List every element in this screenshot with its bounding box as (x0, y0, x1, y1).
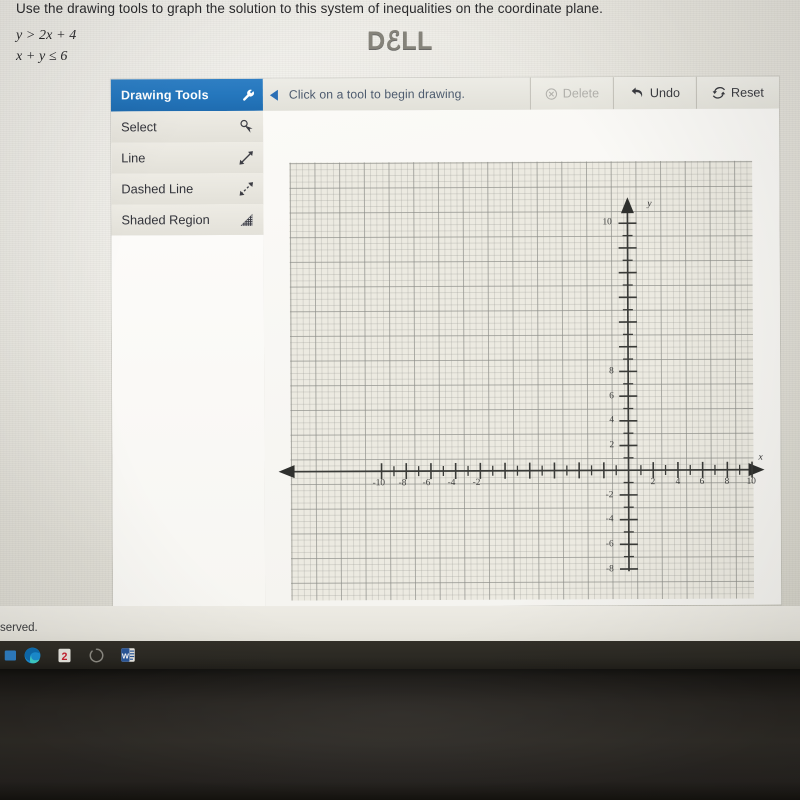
tool-label-line: Line (121, 150, 146, 166)
tool-shaded-region[interactable]: Shaded Region (111, 203, 264, 237)
double-arrow-line-icon (229, 148, 263, 166)
y-tick-label--4: -4 (605, 514, 614, 525)
hatched-triangle-icon (229, 210, 263, 228)
cursor-select-icon (229, 118, 263, 135)
svg-text:W: W (122, 651, 130, 660)
x-tick-label-6: 6 (699, 476, 705, 487)
acrobat-icon[interactable]: 2 (48, 641, 80, 669)
palette-header: Drawing Tools (110, 78, 263, 112)
palette-title: Drawing Tools (120, 88, 209, 103)
tool-dashed-line[interactable]: Dashed Line (111, 172, 264, 206)
laptop-bezel (0, 669, 800, 800)
bezel-sheen (0, 669, 800, 800)
refresh-icon (712, 86, 726, 99)
grid-lines (289, 160, 755, 601)
loading-spinner-icon (80, 641, 112, 669)
tool-label-select: Select (121, 119, 157, 135)
circle-x-icon (545, 87, 557, 100)
reset-label: Reset (730, 85, 764, 100)
dashed-double-arrow-icon (229, 179, 263, 197)
x-tick-label--8: -8 (398, 478, 407, 489)
undo-label: Undo (649, 85, 680, 101)
graphing-application: Drawing Tools Select Line Dashed Line Sh… (110, 76, 782, 608)
left-triangle-icon[interactable] (263, 79, 285, 111)
tool-line[interactable]: Line (111, 141, 264, 175)
coordinate-plane-canvas[interactable]: y x -10 -8 -6 -4 -2 2 4 6 8 10 2 4 6 8 1… (262, 108, 782, 607)
y-tick-label-8: 8 (609, 366, 614, 377)
y-tick-label-4: 4 (609, 415, 615, 426)
windows-taskbar: 2 W (0, 641, 800, 669)
copyright-text: served. (0, 622, 38, 634)
x-tick-label--4: -4 (447, 477, 456, 488)
status-message: Click on a tool to begin drawing. (288, 86, 466, 102)
undo-arrow-icon (631, 87, 643, 98)
wrench-icon[interactable] (233, 87, 263, 102)
x-tick-label--10: -10 (372, 478, 386, 489)
y-tick-label--2: -2 (605, 490, 614, 501)
reset-button[interactable]: Reset (695, 76, 779, 109)
delete-button[interactable]: Delete (529, 77, 613, 110)
x-tick-label--6: -6 (422, 478, 431, 489)
dell-logo: DℰLL (367, 27, 433, 55)
x-axis-name: x (758, 452, 763, 463)
drawing-toolbar: Click on a tool to begin drawing. Delete… (262, 76, 779, 112)
y-axis-name: y (647, 199, 652, 210)
question-prompt: Use the drawing tools to graph the solut… (16, 1, 603, 16)
x-tick-label-10: 10 (746, 476, 756, 487)
x-tick-label-4: 4 (675, 476, 681, 487)
x-tick-label--2: -2 (472, 477, 481, 488)
tool-label-dashed-line: Dashed Line (121, 181, 194, 197)
drawing-tools-palette: Drawing Tools Select Line Dashed Line Sh… (110, 78, 267, 608)
y-tick-label-10: 10 (602, 217, 612, 228)
y-tick-label-6: 6 (609, 391, 614, 402)
edge-browser-icon[interactable] (16, 641, 48, 669)
word-icon[interactable]: W (112, 641, 144, 669)
y-tick-label--8: -8 (605, 564, 614, 575)
tool-label-shaded-region: Shaded Region (121, 212, 210, 228)
pinned-app-icon[interactable] (0, 641, 16, 669)
delete-label: Delete (562, 86, 600, 101)
svg-text:2: 2 (61, 650, 67, 662)
x-tick-label-2: 2 (650, 477, 656, 488)
undo-button[interactable]: Undo (612, 76, 696, 110)
x-tick-label-8: 8 (724, 476, 730, 487)
y-tick-label-2: 2 (609, 440, 615, 451)
y-tick-label--6: -6 (605, 539, 614, 550)
photographed-screen: Use the drawing tools to graph the solut… (0, 0, 800, 652)
tool-select[interactable]: Select (110, 110, 264, 144)
graph-grid (289, 160, 755, 601)
palette-empty-area (111, 234, 266, 608)
